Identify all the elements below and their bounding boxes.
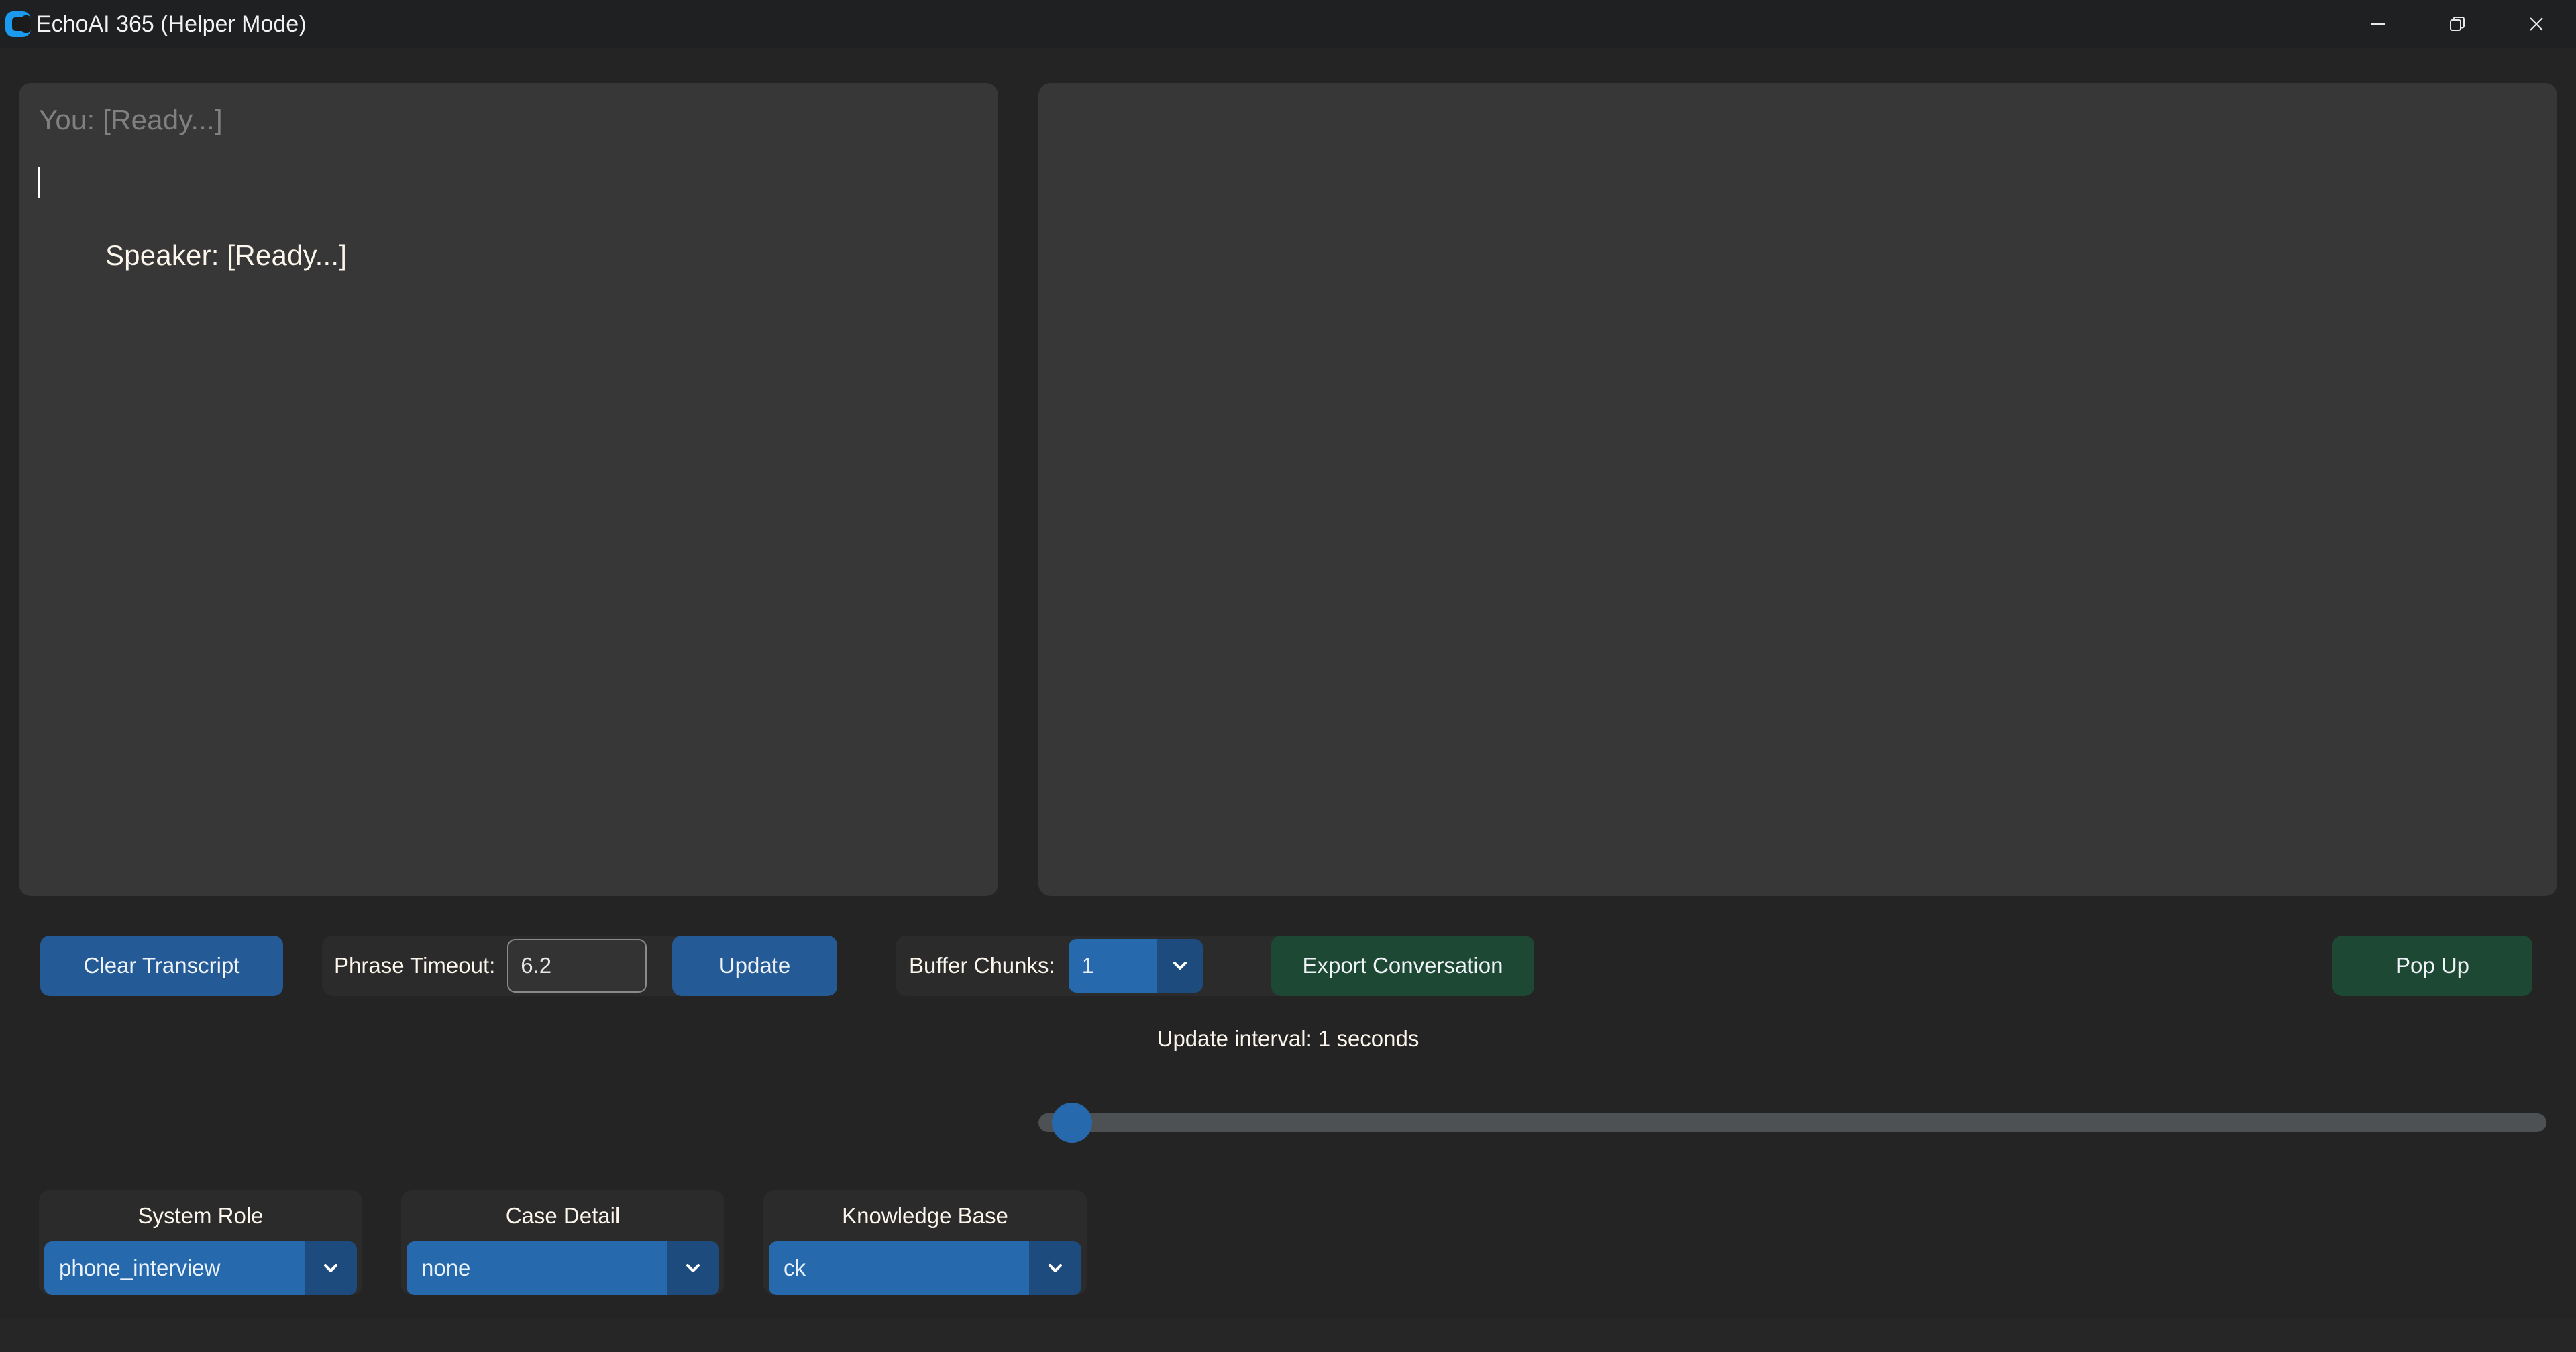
restore-icon[interactable]: [2418, 0, 2497, 48]
update-interval-label: Update interval: 1 seconds: [1157, 1026, 1419, 1051]
controls-row: Clear Transcript Phrase Timeout: Update …: [0, 936, 2576, 996]
slider-handle[interactable]: [1052, 1103, 1092, 1143]
buffer-chunks-group: Buffer Chunks: 1: [896, 936, 1298, 996]
selector-card-knowledge-base: Knowledge Base ck: [763, 1190, 1087, 1295]
slider-track[interactable]: [1038, 1113, 2546, 1132]
selector-title-knowledge-base: Knowledge Base: [842, 1203, 1008, 1228]
phrase-timeout-group: Phrase Timeout:: [322, 936, 704, 996]
popup-button[interactable]: Pop Up: [2332, 936, 2532, 996]
phrase-timeout-label: Phrase Timeout:: [334, 953, 496, 978]
chevron-down-icon[interactable]: [305, 1241, 357, 1295]
system-role-value: phone_interview: [44, 1241, 305, 1295]
transcript-line-speaker: Speaker: [Ready...]: [38, 164, 978, 311]
chevron-down-icon[interactable]: [667, 1241, 719, 1295]
selector-card-case-detail: Case Detail none: [401, 1190, 724, 1295]
transcript-panel[interactable]: You: [Ready...] Speaker: [Ready...]: [19, 83, 998, 896]
selector-title-case-detail: Case Detail: [505, 1203, 621, 1228]
window-title: EchoAI 365 (Helper Mode): [36, 11, 307, 37]
transcript-line-you: You: [Ready...]: [39, 104, 223, 135]
case-detail-dropdown[interactable]: none: [407, 1241, 719, 1295]
selectors-row: System Role phone_interview Case Detail …: [0, 1190, 2576, 1311]
text-caret: [38, 166, 40, 198]
clear-transcript-button[interactable]: Clear Transcript: [40, 936, 283, 996]
chevron-down-icon[interactable]: [1157, 939, 1203, 993]
buffer-chunks-dropdown[interactable]: 1: [1068, 939, 1203, 993]
title-bar: EchoAI 365 (Helper Mode): [0, 0, 2576, 48]
buffer-chunks-value: 1: [1068, 939, 1157, 993]
panels-area: You: [Ready...] Speaker: [Ready...]: [0, 48, 2576, 896]
selector-card-system-role: System Role phone_interview: [39, 1190, 362, 1295]
response-panel[interactable]: [1038, 83, 2557, 896]
minimize-icon[interactable]: [2339, 0, 2418, 48]
app-window: EchoAI 365 (Helper Mode) You: [Ready...]…: [0, 0, 2576, 1352]
knowledge-base-dropdown[interactable]: ck: [769, 1241, 1081, 1295]
echoai-logo-icon: [1, 7, 35, 41]
buffer-chunks-label: Buffer Chunks:: [909, 953, 1055, 978]
case-detail-value: none: [407, 1241, 667, 1295]
update-button[interactable]: Update: [672, 936, 837, 996]
selector-title-system-role: System Role: [138, 1203, 264, 1228]
close-icon[interactable]: [2497, 0, 2576, 48]
update-interval-slider[interactable]: [1038, 1103, 2546, 1143]
knowledge-base-value: ck: [769, 1241, 1029, 1295]
transcript-speaker-text: Speaker: [Ready...]: [105, 239, 347, 271]
export-conversation-button[interactable]: Export Conversation: [1271, 936, 1534, 996]
chevron-down-icon[interactable]: [1029, 1241, 1081, 1295]
footer-strip: [0, 1318, 2576, 1352]
system-role-dropdown[interactable]: phone_interview: [44, 1241, 357, 1295]
window-controls: [2339, 0, 2576, 48]
phrase-timeout-input[interactable]: [507, 939, 647, 993]
